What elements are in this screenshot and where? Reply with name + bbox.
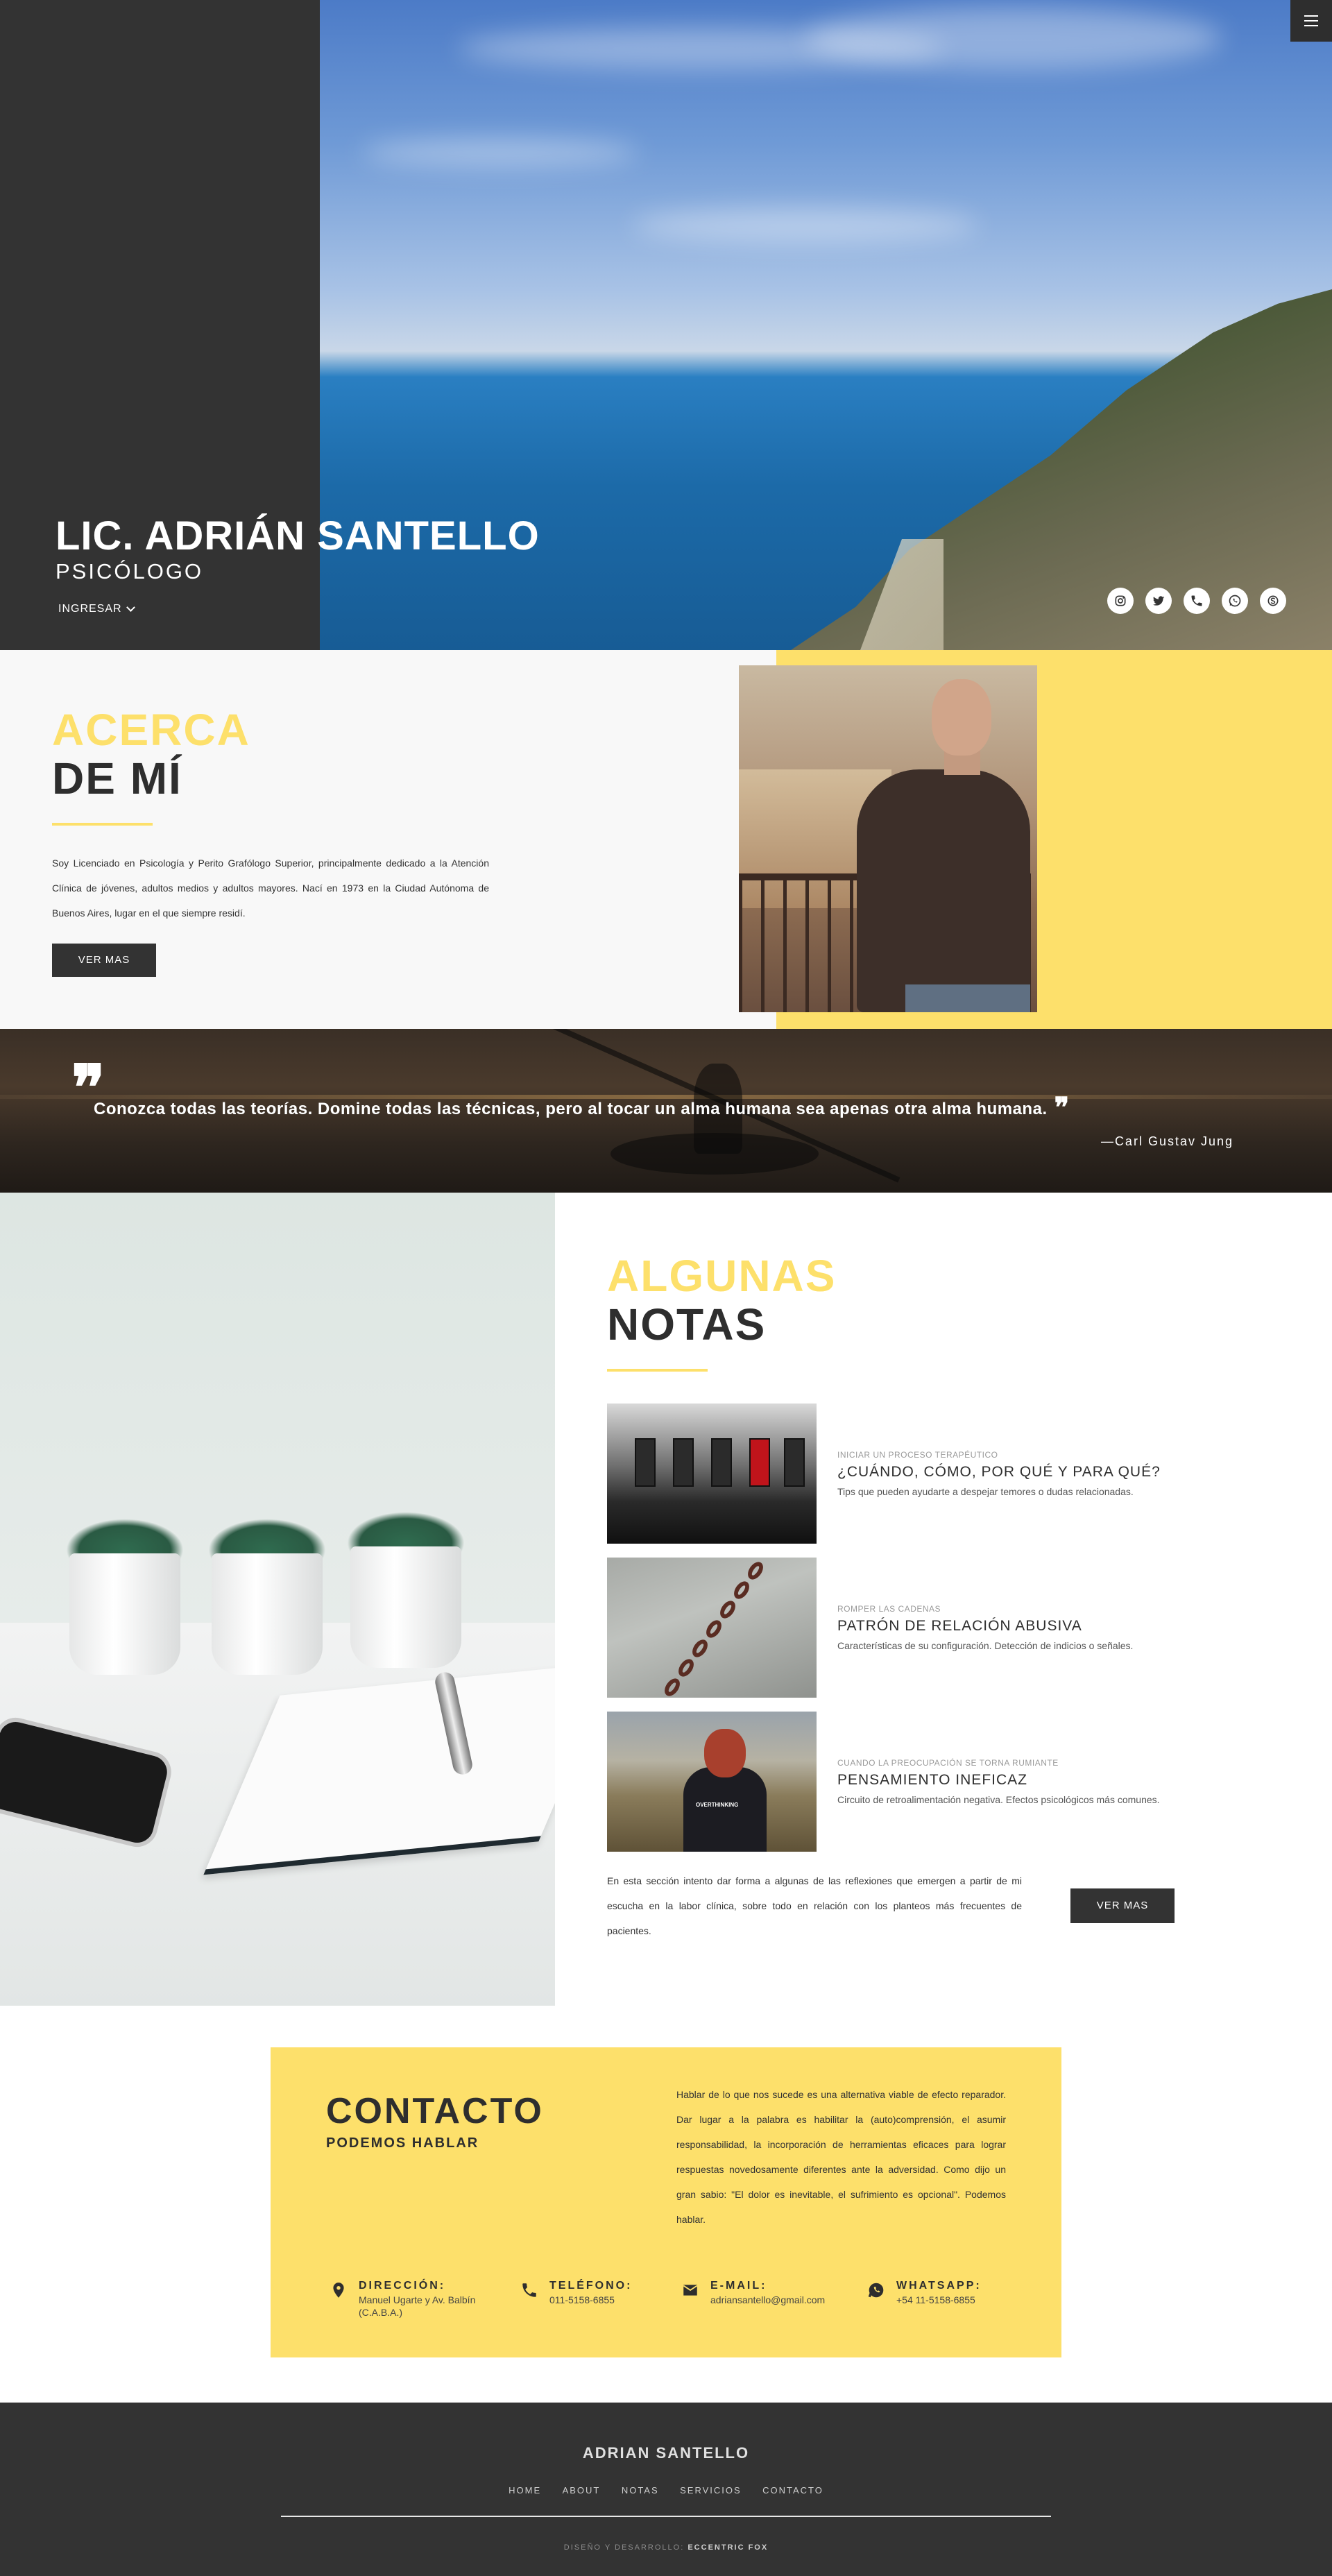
title-underline xyxy=(607,1368,708,1372)
note-title[interactable]: PATRÓN DE RELACIÓN ABUSIVA xyxy=(837,1618,1133,1635)
about-title-line1: ACERCA xyxy=(52,705,250,755)
note-title[interactable]: ¿CUÁNDO, CÓMO, POR QUÉ Y PARA QUÉ? xyxy=(837,1464,1161,1481)
notes-title-line1: ALGUNAS xyxy=(607,1251,837,1301)
note-kicker: ROMPER LAS CADENAS xyxy=(837,1603,941,1614)
note-kicker: INICIAR UN PROCESO TERAPÉUTICO xyxy=(837,1449,998,1460)
hero-text-block: LIC. ADRIÁN SANTELLO PSICÓLOGO INGRESAR xyxy=(56,516,540,615)
whatsapp-icon xyxy=(1229,595,1241,607)
contact-section: CONTACTO PODEMOS HABLAR Hablar de lo que… xyxy=(0,2006,1332,2403)
note-kicker: CUANDO LA PREOCUPACIÓN SE TORNA RUMIANTE xyxy=(837,1757,1059,1768)
contact-items: DIRECCIÓN: Manuel Ugarte y Av. Balbín (C… xyxy=(330,2280,1023,2319)
footer-nav-notas[interactable]: NOTAS xyxy=(622,2485,659,2496)
enter-link[interactable]: INGRESAR xyxy=(58,603,540,615)
contact-paragraph: Hablar de lo que nos sucede es una alter… xyxy=(676,2089,1006,2225)
portrait-photo xyxy=(739,665,1037,1012)
quote-text: Conozca todas las teorías. Domine todas … xyxy=(94,1094,1070,1122)
notes-content: ALGUNAS NOTAS INICIAR UN PROCESO TERAPÉU… xyxy=(607,1252,1259,1943)
skype-icon xyxy=(1267,595,1279,606)
contact-value[interactable]: 011-5158-6855 xyxy=(549,2294,632,2306)
contact-value: Manuel Ugarte y Av. Balbín (C.A.B.A.) xyxy=(359,2294,476,2318)
footer-nav-home[interactable]: HOME xyxy=(509,2485,541,2496)
contact-label: DIRECCIÓN: xyxy=(359,2280,446,2292)
contact-subtitle: PODEMOS HABLAR xyxy=(326,2135,479,2151)
hero-section: LIC. ADRIÁN SANTELLO PSICÓLOGO INGRESAR xyxy=(0,0,1332,650)
quote-body: Conozca todas las teorías. Domine todas … xyxy=(94,1100,1048,1118)
doors-thumbnail xyxy=(607,1403,817,1544)
instagram-icon xyxy=(1115,595,1126,606)
contact-card: CONTACTO PODEMOS HABLAR Hablar de lo que… xyxy=(271,2047,1061,2357)
phone-icon xyxy=(522,2283,536,2297)
contact-email: E-MAIL: adriansantello@gmail.com xyxy=(681,2280,867,2319)
note-item[interactable]: INICIAR UN PROCESO TERAPÉUTICO ¿CUÁNDO, … xyxy=(607,1403,1259,1544)
quote-section: ❞ Conozca todas las teorías. Domine toda… xyxy=(0,1029,1332,1193)
contact-address: DIRECCIÓN: Manuel Ugarte y Av. Balbín (C… xyxy=(330,2280,520,2319)
contact-label: WHATSAPP: xyxy=(896,2280,982,2292)
chevron-down-icon xyxy=(126,603,135,612)
footer-name: ADRIAN SANTELLO xyxy=(582,2444,750,2462)
about-text-block: ACERCA DE MÍ Soy Licenciado en Psicologí… xyxy=(52,706,489,977)
mail-icon xyxy=(683,2285,698,2296)
about-paragraph: Soy Licenciado en Psicología y Perito Gr… xyxy=(52,857,489,919)
close-quote-icon: ❞ xyxy=(1054,1091,1070,1124)
note-title[interactable]: PENSAMIENTO INEFICAZ xyxy=(837,1772,1160,1789)
title-underline xyxy=(52,822,153,826)
credit-name[interactable]: ECCENTRIC FOX xyxy=(688,2543,768,2552)
contact-whatsapp: WHATSAPP: +54 11-5158-6855 xyxy=(867,2280,982,2319)
contact-title: CONTACTO xyxy=(326,2091,544,2131)
footer-nav: HOME ABOUT NOTAS SERVICIOS CONTACTO xyxy=(0,2484,1332,2497)
contact-value[interactable]: +54 11-5158-6855 xyxy=(896,2294,982,2306)
notes-more-button[interactable]: VER MAS xyxy=(1070,1888,1175,1923)
note-description: Tips que pueden ayudarte a despejar temo… xyxy=(837,1485,1134,1497)
note-item[interactable]: OVERTHINKING CUANDO LA PREOCUPACIÓN SE T… xyxy=(607,1711,1259,1852)
footer-nav-servicios[interactable]: SERVICIOS xyxy=(680,2485,742,2496)
whatsapp-icon xyxy=(868,2283,884,2298)
hero-role: PSICÓLOGO xyxy=(56,559,204,583)
contact-value[interactable]: adriansantello@gmail.com xyxy=(710,2294,825,2306)
contact-phone: TELÉFONO: 011-5158-6855 xyxy=(520,2280,681,2319)
notes-list: INICIAR UN PROCESO TERAPÉUTICO ¿CUÁNDO, … xyxy=(607,1403,1259,1852)
phone-icon xyxy=(1191,595,1202,606)
note-description: Características de su configuración. Det… xyxy=(837,1639,1134,1651)
chain-thumbnail xyxy=(607,1557,817,1698)
note-description: Circuito de retroalimentación negativa. … xyxy=(837,1793,1160,1805)
twitter-link[interactable] xyxy=(1145,588,1172,614)
contact-label: E-MAIL: xyxy=(710,2280,767,2292)
footer-nav-contacto[interactable]: CONTACTO xyxy=(762,2485,823,2496)
note-item[interactable]: ROMPER LAS CADENAS PATRÓN DE RELACIÓN AB… xyxy=(607,1557,1259,1698)
notes-title-line2: NOTAS xyxy=(607,1299,767,1350)
twitter-icon xyxy=(1152,596,1165,606)
social-links xyxy=(1107,588,1286,614)
footer-nav-about[interactable]: ABOUT xyxy=(563,2485,601,2496)
credit-prefix: DISEÑO Y DESARROLLO: xyxy=(563,2543,685,2552)
thumbnail-caption: OVERTHINKING xyxy=(696,1801,739,1808)
enter-label: INGRESAR xyxy=(58,603,122,615)
hamburger-icon xyxy=(1304,15,1318,17)
instagram-link[interactable] xyxy=(1107,588,1134,614)
footer: ADRIAN SANTELLO HOME ABOUT NOTAS SERVICI… xyxy=(0,2403,1332,2576)
footer-divider xyxy=(281,2516,1051,2517)
desk-plants-image xyxy=(0,1193,555,2006)
about-more-button[interactable]: VER MAS xyxy=(52,943,156,977)
skype-link[interactable] xyxy=(1260,588,1286,614)
hero-name: LIC. ADRIÁN SANTELLO xyxy=(56,513,540,558)
about-title-line2: DE MÍ xyxy=(52,753,182,804)
overthinking-thumbnail: OVERTHINKING xyxy=(607,1711,817,1852)
notes-paragraph: En esta sección intento dar forma a algu… xyxy=(607,1875,1022,1936)
whatsapp-link[interactable] xyxy=(1222,588,1248,614)
quote-author: —Carl Gustav Jung xyxy=(1100,1134,1233,1148)
phone-link[interactable] xyxy=(1184,588,1210,614)
menu-button[interactable] xyxy=(1290,0,1332,42)
location-pin-icon xyxy=(333,2283,344,2298)
notes-section: ALGUNAS NOTAS INICIAR UN PROCESO TERAPÉU… xyxy=(0,1193,1332,2006)
contact-label: TELÉFONO: xyxy=(549,2280,633,2292)
footer-credit: DISEÑO Y DESARROLLO: ECCENTRIC FOX xyxy=(0,2543,1332,2552)
about-section: ACERCA DE MÍ Soy Licenciado en Psicologí… xyxy=(0,650,1332,1029)
